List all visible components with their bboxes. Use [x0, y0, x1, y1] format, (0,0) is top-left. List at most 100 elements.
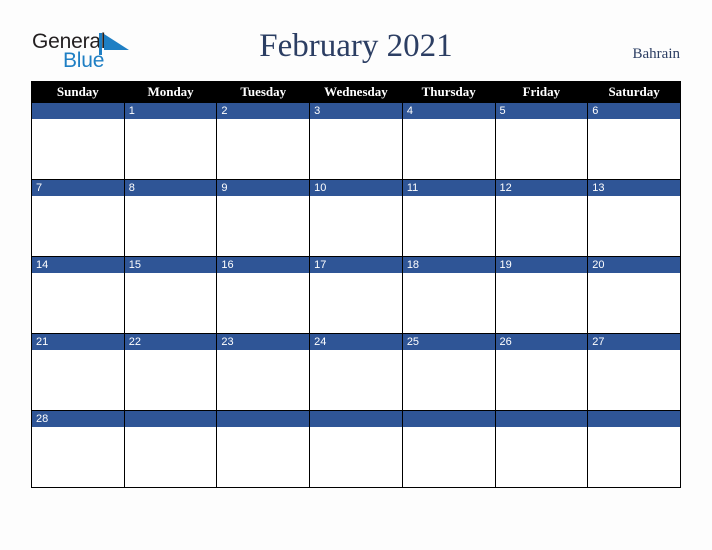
- page-header: General Blue February 2021 Bahrain: [0, 0, 712, 80]
- day-events-area[interactable]: [32, 119, 124, 179]
- calendar-day-cell[interactable]: 14: [31, 256, 125, 334]
- calendar-day-cell[interactable]: [123, 410, 218, 488]
- day-events-area[interactable]: [125, 196, 217, 256]
- day-band: [32, 180, 124, 196]
- calendar-day-cell[interactable]: 8: [123, 179, 218, 257]
- calendar-day-cell[interactable]: 26: [494, 333, 589, 411]
- day-band: [124, 103, 217, 119]
- day-events-area[interactable]: [496, 273, 588, 333]
- day-events-area[interactable]: [403, 273, 495, 333]
- day-events-area[interactable]: [125, 350, 217, 410]
- day-events-area[interactable]: [310, 427, 402, 487]
- calendar-day-cell[interactable]: 9: [216, 179, 311, 257]
- day-events-area[interactable]: [32, 273, 124, 333]
- calendar-day-cell[interactable]: [309, 410, 403, 488]
- calendar-day-cell[interactable]: 21: [31, 333, 125, 411]
- day-events-area[interactable]: [588, 427, 680, 487]
- day-events-area[interactable]: [217, 119, 309, 179]
- weekday-header-row: Sunday Monday Tuesday Wednesday Thursday…: [31, 81, 681, 103]
- day-events-area[interactable]: [403, 427, 495, 487]
- day-events-area[interactable]: [310, 119, 402, 179]
- day-band: [217, 180, 310, 196]
- day-events-area[interactable]: [403, 119, 495, 179]
- day-number: 1: [128, 105, 135, 117]
- calendar-day-cell[interactable]: 15: [123, 256, 218, 334]
- calendar-week-row: 28: [31, 410, 681, 488]
- day-band: [310, 103, 402, 119]
- day-events-area[interactable]: [496, 350, 588, 410]
- day-events-area[interactable]: [310, 350, 402, 410]
- day-events-area[interactable]: [217, 273, 309, 333]
- calendar-day-cell[interactable]: 3: [309, 102, 403, 180]
- day-band: [217, 411, 310, 427]
- calendar-day-cell[interactable]: 22: [123, 333, 218, 411]
- weekday-header-thursday: Thursday: [401, 81, 496, 103]
- day-events-area[interactable]: [32, 427, 124, 487]
- day-events-area[interactable]: [125, 119, 217, 179]
- calendar-day-cell[interactable]: 27: [587, 333, 681, 411]
- weekday-header-friday: Friday: [494, 81, 589, 103]
- day-events-area[interactable]: [125, 273, 217, 333]
- calendar-day-cell[interactable]: [216, 410, 311, 488]
- day-events-area[interactable]: [310, 273, 402, 333]
- calendar-day-cell[interactable]: 12: [494, 179, 589, 257]
- day-number: 11: [406, 182, 419, 194]
- day-number: 7: [36, 182, 43, 194]
- calendar-day-cell[interactable]: 18: [401, 256, 496, 334]
- calendar-day-cell[interactable]: 5: [494, 102, 589, 180]
- day-number: 23: [221, 336, 234, 348]
- day-events-area[interactable]: [125, 427, 217, 487]
- calendar-day-cell[interactable]: [31, 102, 125, 180]
- day-events-area[interactable]: [588, 350, 680, 410]
- day-number: 28: [36, 413, 49, 425]
- day-number: 26: [499, 336, 512, 348]
- day-number: 10: [314, 182, 327, 194]
- calendar-day-cell[interactable]: 24: [309, 333, 403, 411]
- calendar-day-cell[interactable]: 23: [216, 333, 311, 411]
- day-events-area[interactable]: [217, 196, 309, 256]
- calendar-day-cell[interactable]: 13: [587, 179, 681, 257]
- calendar-week-row: 1 2 3 4 5 6: [31, 102, 681, 180]
- calendar-day-cell[interactable]: 20: [587, 256, 681, 334]
- day-events-area[interactable]: [217, 427, 309, 487]
- calendar-day-cell[interactable]: 19: [494, 256, 589, 334]
- calendar-day-cell[interactable]: [494, 410, 589, 488]
- calendar-day-cell[interactable]: 25: [401, 333, 496, 411]
- calendar-page: General Blue February 2021 Bahrain Sunda…: [0, 0, 712, 550]
- day-number: 20: [592, 259, 605, 271]
- calendar-day-cell[interactable]: 6: [587, 102, 681, 180]
- day-events-area[interactable]: [588, 273, 680, 333]
- calendar-week-row: 7 8 9 10 11 12 13: [31, 179, 681, 257]
- calendar-day-cell[interactable]: 11: [401, 179, 496, 257]
- day-events-area[interactable]: [217, 350, 309, 410]
- day-events-area[interactable]: [403, 350, 495, 410]
- weekday-header-tuesday: Tuesday: [216, 81, 311, 103]
- day-events-area[interactable]: [32, 196, 124, 256]
- calendar-day-cell[interactable]: 4: [401, 102, 496, 180]
- day-number: 6: [592, 105, 599, 117]
- calendar-day-cell[interactable]: 28: [31, 410, 125, 488]
- calendar-day-cell[interactable]: 7: [31, 179, 125, 257]
- day-events-area[interactable]: [588, 196, 680, 256]
- calendar-day-cell[interactable]: 2: [216, 102, 311, 180]
- calendar-day-cell[interactable]: 1: [123, 102, 218, 180]
- day-band: [124, 411, 217, 427]
- day-band: [32, 103, 124, 119]
- day-events-area[interactable]: [496, 427, 588, 487]
- day-events-area[interactable]: [588, 119, 680, 179]
- calendar-week-row: 21 22 23 24 25 26 27: [31, 333, 681, 411]
- calendar-day-cell[interactable]: 17: [309, 256, 403, 334]
- day-number: 5: [499, 105, 506, 117]
- day-events-area[interactable]: [496, 196, 588, 256]
- day-number: 3: [314, 105, 321, 117]
- calendar-day-cell[interactable]: 16: [216, 256, 311, 334]
- day-events-area[interactable]: [32, 350, 124, 410]
- calendar-table: Sunday Monday Tuesday Wednesday Thursday…: [31, 81, 681, 488]
- day-events-area[interactable]: [403, 196, 495, 256]
- calendar-day-cell[interactable]: 10: [309, 179, 403, 257]
- day-events-area[interactable]: [496, 119, 588, 179]
- weekday-header-sunday: Sunday: [31, 81, 125, 103]
- day-events-area[interactable]: [310, 196, 402, 256]
- calendar-day-cell[interactable]: [587, 410, 681, 488]
- calendar-day-cell[interactable]: [401, 410, 496, 488]
